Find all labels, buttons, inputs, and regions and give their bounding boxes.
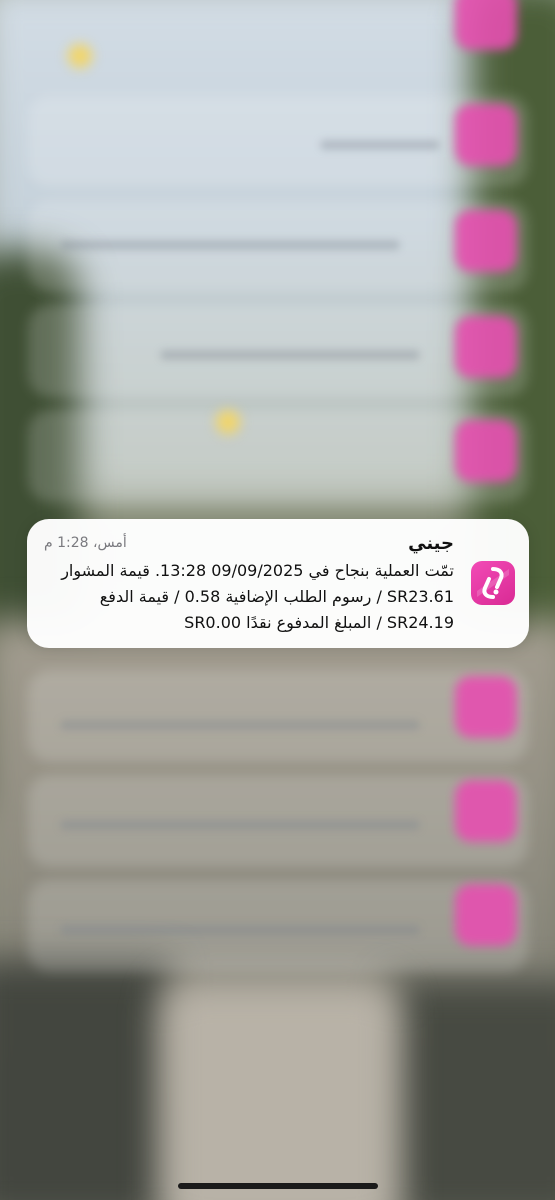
blurred-text bbox=[60, 240, 400, 250]
home-indicator[interactable] bbox=[178, 1183, 378, 1189]
background-shadow-right bbox=[390, 980, 555, 1200]
notification-app-name: جيني bbox=[408, 533, 454, 554]
blurred-star bbox=[68, 44, 92, 68]
blurred-text bbox=[60, 925, 420, 935]
blurred-app-icon bbox=[455, 884, 517, 946]
blurred-text bbox=[60, 720, 420, 730]
notification-card[interactable]: جيني أمس، 1:28 م تمّت العملية بنجاح في 0… bbox=[27, 519, 529, 648]
notification-body-line: SR23.61 / رسوم الطلب الإضافية 0.58 / قيم… bbox=[99, 587, 454, 606]
blurred-app-icon bbox=[455, 780, 517, 842]
blurred-app-icon bbox=[455, 316, 517, 378]
blurred-app-icon bbox=[455, 420, 517, 482]
blurred-app-icon bbox=[455, 210, 517, 272]
blurred-notification bbox=[28, 670, 528, 762]
blurred-star bbox=[216, 410, 240, 434]
background-path bbox=[160, 980, 400, 1200]
jeeny-app-icon bbox=[471, 561, 515, 605]
blurred-text bbox=[60, 820, 420, 830]
blurred-app-icon bbox=[455, 676, 517, 738]
blurred-notification bbox=[28, 95, 528, 187]
background-shadow-left bbox=[0, 960, 170, 1200]
notification-timestamp: أمس، 1:28 م bbox=[44, 535, 127, 551]
blurred-app-icon bbox=[455, 104, 517, 166]
notification-body-line: تمّت العملية بنجاح في 09/09/2025 13:28. … bbox=[61, 561, 454, 580]
blurred-app-icon bbox=[455, 0, 517, 50]
blurred-notification bbox=[28, 410, 528, 502]
notification-body-line: SR24.19 / المبلغ المدفوع نقدًا SR0.00 bbox=[184, 613, 454, 632]
blurred-text bbox=[320, 140, 440, 150]
blurred-text bbox=[160, 350, 420, 360]
